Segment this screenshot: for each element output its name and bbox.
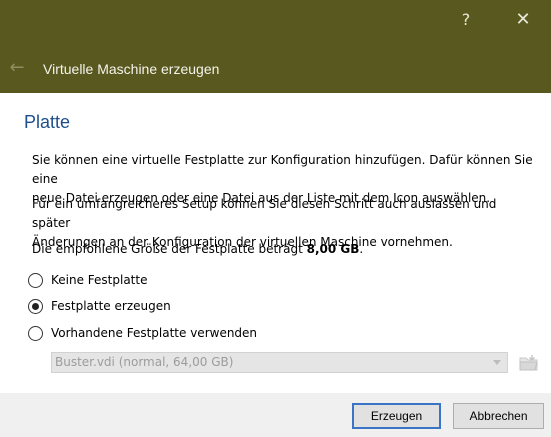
help-button[interactable]: ? bbox=[452, 6, 480, 34]
cancel-button[interactable]: Abbrechen bbox=[453, 403, 544, 429]
back-arrow-icon[interactable]: ← bbox=[6, 57, 28, 79]
wizard-header: ? ✕ ← Virtuelle Maschine erzeugen bbox=[0, 0, 551, 93]
recommended-size-value: 8,00 GB bbox=[306, 242, 360, 256]
radio-create-disk[interactable]: Festplatte erzeugen bbox=[28, 297, 171, 315]
page-heading: Platte bbox=[24, 112, 71, 132]
existing-disk-value: Buster.vdi (normal, 64,00 GB) bbox=[55, 355, 234, 369]
create-button[interactable]: Erzeugen bbox=[352, 403, 441, 429]
radio-label: Vorhandene Festplatte verwenden bbox=[51, 326, 258, 340]
radio-no-disk[interactable]: Keine Festplatte bbox=[28, 271, 147, 289]
choose-disk-file-button[interactable] bbox=[517, 351, 541, 375]
existing-disk-select[interactable]: Buster.vdi (normal, 64,00 GB) bbox=[51, 352, 508, 373]
radio-label: Festplatte erzeugen bbox=[51, 299, 171, 313]
recommended-size-prefix: Die empfohlene Größe der Festplatte betr… bbox=[32, 242, 307, 256]
radio-button[interactable] bbox=[28, 325, 43, 341]
folder-icon bbox=[519, 355, 538, 371]
chevron-down-icon bbox=[493, 360, 501, 365]
radio-existing-disk[interactable]: Vorhandene Festplatte verwenden bbox=[28, 324, 257, 342]
close-button[interactable]: ✕ bbox=[508, 6, 538, 34]
radio-button[interactable] bbox=[28, 272, 43, 288]
recommended-size-text: Die empfohlene Größe der Festplatte betr… bbox=[32, 240, 537, 259]
radio-button-checked[interactable] bbox=[28, 298, 43, 314]
radio-label: Keine Festplatte bbox=[51, 273, 148, 287]
intro-line-1: Sie können eine virtuelle Festplatte zur… bbox=[32, 153, 533, 186]
recommended-size-suffix: . bbox=[359, 242, 364, 256]
wizard-title: Virtuelle Maschine erzeugen bbox=[43, 61, 220, 77]
setup-line-1: Für ein umfangreicheres Setup können Sie… bbox=[32, 197, 497, 230]
